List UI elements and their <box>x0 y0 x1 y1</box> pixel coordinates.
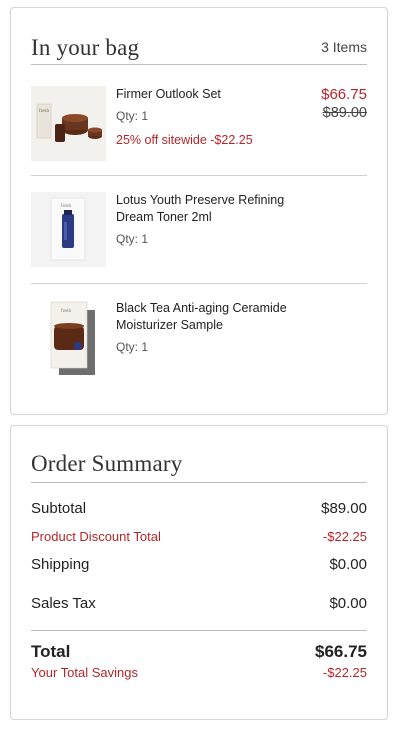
bag-title: In your bag <box>31 35 140 60</box>
list-item: fresh Black Tea Anti-aging Ceramide Mois… <box>31 300 367 395</box>
item-divider <box>31 283 367 284</box>
total-value: $66.75 <box>315 642 367 661</box>
item-qty: Qty: 1 <box>116 340 149 354</box>
summary-title: Order Summary <box>31 451 183 476</box>
item-name[interactable]: Lotus Youth Preserve Refining Dream Tone… <box>116 192 306 226</box>
skincare-set-image: fresh <box>31 86 106 161</box>
tax-value: $0.00 <box>329 595 367 612</box>
tax-label: Sales Tax <box>31 595 96 612</box>
item-qty: Qty: 1 <box>116 109 149 123</box>
savings-value: -$22.25 <box>322 665 367 680</box>
title-divider <box>31 64 367 65</box>
svg-text:fresh: fresh <box>61 309 71 314</box>
shipping-value: $0.00 <box>329 556 367 573</box>
savings-label: Your Total Savings <box>31 665 138 680</box>
item-name[interactable]: Firmer Outlook Set <box>116 86 306 103</box>
item-qty: Qty: 1 <box>116 232 149 246</box>
svg-text:fresh: fresh <box>39 109 49 114</box>
total-divider <box>31 630 367 631</box>
moisturizer-sample-image: fresh <box>31 300 106 376</box>
discount-value: -$22.25 <box>322 529 367 544</box>
subtotal-label: Subtotal <box>31 500 87 517</box>
item-original-price: $89.00 <box>322 105 367 121</box>
item-name[interactable]: Black Tea Anti-aging Ceramide Moisturize… <box>116 300 306 334</box>
shipping-label: Shipping <box>31 556 90 573</box>
item-price: $66.75 <box>321 86 367 103</box>
title-divider <box>31 482 367 483</box>
total-label: Total <box>31 642 71 661</box>
item-promo: 25% off sitewide -$22.25 <box>116 133 253 147</box>
svg-text:fresh: fresh <box>61 204 71 209</box>
toner-sample-image: fresh <box>31 192 106 267</box>
order-summary-card: Order Summary Subtotal $89.00 Product Di… <box>10 425 388 720</box>
product-image[interactable]: fresh <box>31 192 106 267</box>
list-item: fresh Firmer Outlook Set Qty: 1 25% off … <box>31 86 367 181</box>
discount-label: Product Discount Total <box>31 529 161 544</box>
subtotal-value: $89.00 <box>321 500 367 517</box>
product-image[interactable]: fresh <box>31 86 106 161</box>
item-divider <box>31 175 367 176</box>
item-count: 3 Items <box>321 39 367 55</box>
list-item: fresh Lotus Youth Preserve Refining Drea… <box>31 192 367 287</box>
product-image[interactable]: fresh <box>31 300 106 376</box>
bag-card: In your bag 3 Items fresh Firmer Outlook… <box>10 7 388 415</box>
